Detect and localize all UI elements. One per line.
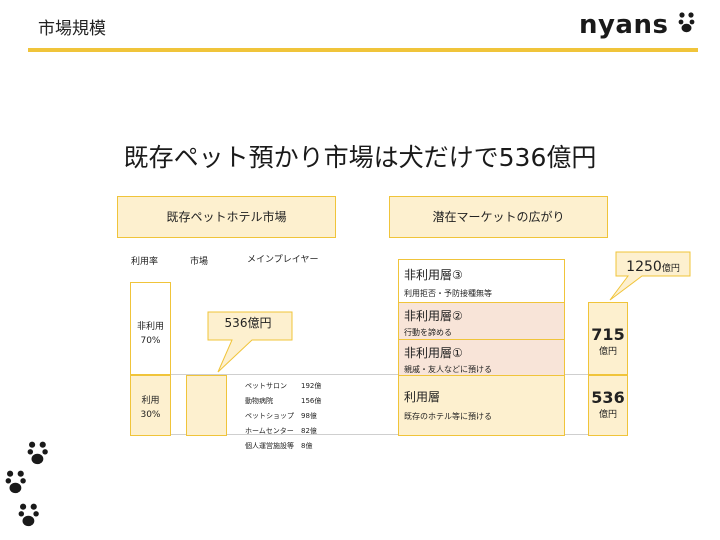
paw-icon	[5, 470, 26, 494]
upper-value: 715	[591, 325, 625, 344]
tier-use: 利用層 既存のホテル等に預ける	[398, 375, 565, 436]
tier-title: 利用層	[404, 390, 441, 404]
market-bar	[186, 375, 227, 436]
tier-desc: 既存のホテル等に預ける	[404, 412, 492, 421]
paw-icon	[18, 503, 39, 527]
tier-desc: 親戚・友人などに預ける	[404, 365, 492, 374]
slide-title: 既存ペット預かり市場は犬だけで536億円	[123, 143, 597, 172]
player-row: ペットショップ 98億	[245, 412, 317, 420]
lower-unit: 億円	[598, 410, 617, 420]
tier-title: 非利用層①	[404, 346, 463, 360]
non-use-label: 非利用	[136, 322, 164, 332]
lower-value-col: 536 億円	[588, 375, 628, 436]
total-callout: 1250億円	[616, 256, 690, 275]
total-unit: 億円	[661, 264, 680, 274]
use-label: 利用	[141, 396, 160, 406]
paw-icon	[678, 12, 695, 33]
tier-desc: 利用拒否・予防接種無等	[404, 289, 492, 298]
tier-title: 非利用層③	[404, 268, 463, 282]
potential-market-heading: 潜在マーケットの広がり	[389, 196, 608, 238]
tier-non-use-2: 非利用層② 行動を諦める	[398, 302, 565, 340]
non-use-pct: 70%	[140, 336, 161, 346]
tier-desc: 行動を諦める	[404, 328, 452, 337]
players-list: ペットサロン 192億 動物病院 156億 ペットショップ 98億 ホームセンター 82…	[245, 379, 355, 454]
player-row: 動物病院 156億	[245, 397, 322, 405]
existing-market-heading: 既存ペットホテル市場	[117, 196, 336, 238]
player-row: 個人運営施設等 8億	[245, 442, 313, 450]
upper-value-col: 715 億円	[588, 302, 628, 375]
logo-text: nyans	[578, 10, 669, 40]
logo: nyans	[579, 10, 696, 40]
tier-title: 非利用層②	[404, 309, 463, 323]
total-value: 1250	[626, 259, 662, 275]
lower-value: 536	[591, 388, 625, 407]
header-divider	[28, 48, 698, 52]
player-row: ペットサロン 192億	[245, 382, 322, 390]
col-label-players: メインプレイヤー	[247, 255, 319, 265]
col-label-rate: 利用率	[131, 257, 159, 267]
player-row: ホームセンター 82億	[245, 427, 317, 435]
tier-non-use-3: 非利用層③ 利用拒否・予防接種無等	[398, 259, 565, 303]
non-use-rate-bar: 非利用 70%	[130, 282, 171, 375]
tier-non-use-1: 非利用層① 親戚・友人などに預ける	[398, 339, 565, 376]
upper-unit: 億円	[598, 347, 617, 357]
col-label-market: 市場	[190, 257, 209, 267]
use-pct: 30%	[140, 410, 161, 420]
market-size-callout: 536億円	[224, 316, 272, 330]
use-rate-bar: 利用 30%	[130, 375, 171, 436]
paw-icon	[27, 441, 48, 465]
page-title: 市場規模	[38, 19, 106, 39]
